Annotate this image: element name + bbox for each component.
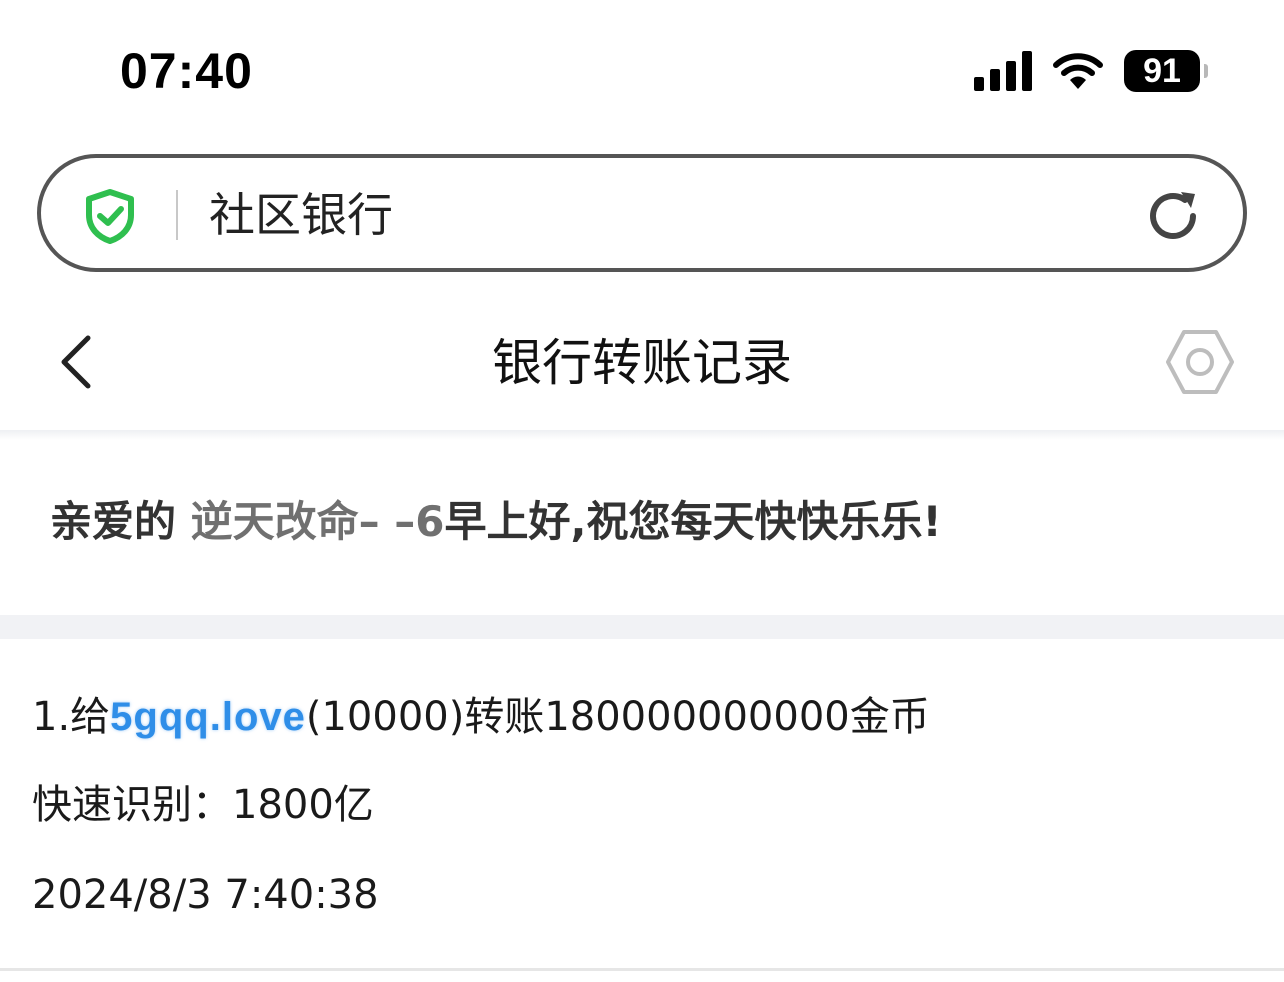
battery-icon: 91	[1124, 50, 1208, 92]
status-icons: 91	[974, 50, 1208, 92]
recipient-link[interactable]: 5gqq.love	[110, 695, 306, 739]
record-detail: (10000)转账180000000000金币	[305, 694, 930, 740]
battery-level: 91	[1143, 52, 1181, 90]
greeting-username: 逆天改命– –6	[190, 497, 445, 546]
bottom-divider	[0, 968, 1284, 971]
address-title: 社区银行	[209, 188, 393, 242]
record-index: 1.给	[32, 694, 111, 740]
greeting-text: 亲爱的 逆天改命– –6早上好,祝您每天快快乐乐!	[50, 492, 942, 552]
page-title: 银行转账记录	[492, 334, 792, 392]
greeting-prefix: 亲爱的	[50, 497, 191, 546]
record-timestamp: 2024/8/3 7:40:38	[32, 872, 379, 918]
nav-shadow	[0, 430, 1284, 440]
wifi-icon	[1053, 53, 1103, 89]
record-quick-identify: 快速识别：1800亿	[32, 779, 374, 831]
reload-icon[interactable]	[1143, 186, 1203, 246]
status-time: 07:40	[120, 43, 253, 99]
address-divider	[176, 190, 178, 240]
signal-icon	[974, 51, 1032, 91]
nav-header: 银行转账记录	[0, 300, 1284, 430]
quick-value: 1800亿	[232, 782, 374, 828]
shield-check-icon	[86, 189, 134, 244]
address-bar[interactable]: 社区银行	[37, 154, 1247, 272]
settings-hexagon-icon[interactable]	[1164, 328, 1236, 396]
record-description: 1.给5gqq.love(10000)转账180000000000金币	[32, 691, 930, 743]
status-bar: 07:40 91	[0, 0, 1284, 140]
section-separator	[0, 615, 1284, 639]
list-item: 1.给5gqq.love(10000)转账180000000000金币 快速识别…	[0, 639, 1284, 969]
quick-label: 快速识别：	[32, 782, 232, 828]
greeting-suffix: 早上好,祝您每天快快乐乐!	[444, 497, 942, 546]
